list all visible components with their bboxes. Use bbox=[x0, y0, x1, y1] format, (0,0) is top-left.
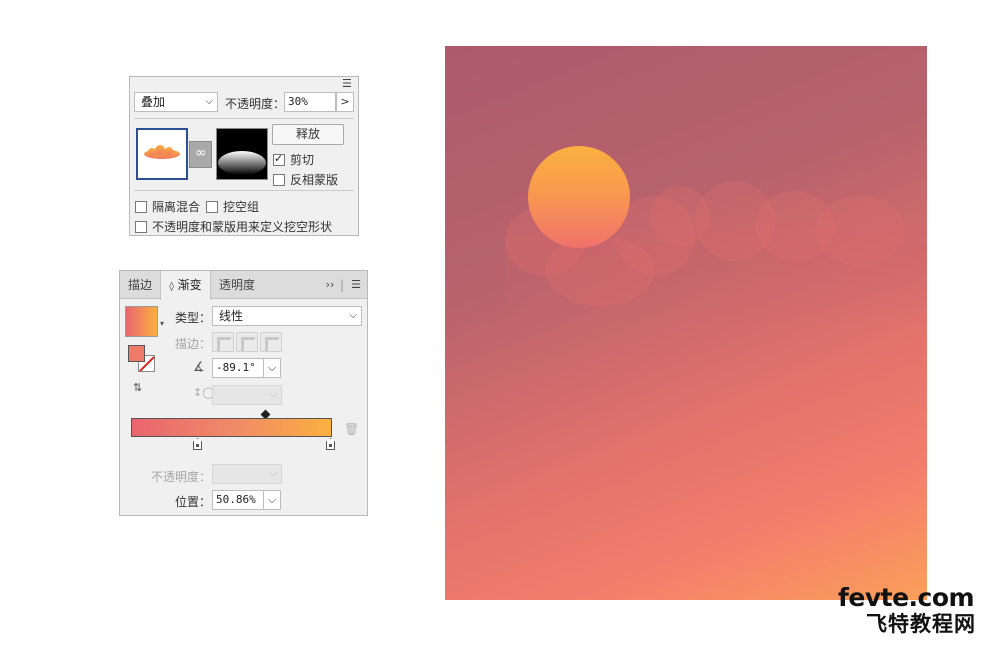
stop-opacity-select[interactable]: ⌵ bbox=[212, 464, 282, 484]
tab-gradient-label: 渐变 bbox=[177, 278, 202, 292]
stroke-along-button[interactable] bbox=[236, 332, 258, 352]
angle-input[interactable]: -89.1° bbox=[212, 358, 264, 378]
location-label: 位置： bbox=[175, 495, 212, 509]
opacity-input[interactable]: 30% bbox=[284, 92, 336, 112]
chevron-right-icon: > bbox=[340, 95, 350, 108]
invert-mask-checkbox[interactable]: 反相蒙版 bbox=[273, 171, 338, 188]
tab-transparency-label: 透明度 bbox=[218, 278, 255, 292]
panel-menu-icon[interactable]: ☰ bbox=[342, 78, 354, 89]
tab-expand-icon: ◊ bbox=[169, 282, 174, 292]
opacity-label: 不透明度： bbox=[225, 97, 286, 111]
tab-transparency[interactable]: 透明度 bbox=[211, 271, 263, 299]
location-dropdown[interactable]: ⌵ bbox=[263, 490, 281, 510]
tab-gradient[interactable]: ◊ 渐变 bbox=[160, 271, 211, 300]
chevron-down-icon: ⌵ bbox=[267, 493, 277, 506]
opacity-mask-knockout-checkbox[interactable]: 不透明度和蒙版用来定义挖空形状 bbox=[135, 218, 332, 235]
knockout-group-checkbox[interactable]: 挖空组 bbox=[206, 198, 259, 215]
tab-separator: | bbox=[339, 278, 345, 292]
location-value: 50.86% bbox=[216, 493, 256, 506]
artboard-canvas[interactable] bbox=[445, 46, 927, 600]
checkbox-icon bbox=[135, 200, 147, 213]
chevron-down-icon: ⌵ bbox=[269, 468, 277, 479]
link-mask-button[interactable]: ∞ bbox=[189, 141, 212, 168]
isolate-blending-label: 隔离混合 bbox=[152, 200, 201, 214]
divider bbox=[134, 190, 354, 191]
release-button[interactable]: 释放 bbox=[272, 124, 344, 145]
stroke-within-button[interactable] bbox=[212, 332, 234, 352]
chevron-down-icon: ⌵ bbox=[205, 96, 213, 107]
angle-dropdown[interactable]: ⌵ bbox=[263, 358, 281, 378]
chevron-down-icon: ⌵ bbox=[269, 389, 277, 400]
gradient-swatch[interactable] bbox=[125, 306, 158, 337]
checkbox-icon bbox=[206, 200, 218, 213]
gradient-stop[interactable] bbox=[193, 438, 202, 450]
cloud-puff bbox=[815, 196, 905, 266]
gradient-type-select[interactable]: 线性 ⌵ bbox=[212, 306, 362, 326]
swatch-dropdown-icon[interactable]: ▾ bbox=[160, 318, 164, 330]
angle-icon: ∡ bbox=[193, 360, 205, 375]
angle-value: -89.1° bbox=[216, 361, 256, 374]
stroke-label: 描边： bbox=[175, 337, 212, 351]
sun-circle[interactable] bbox=[528, 146, 630, 248]
collapse-panel-icon[interactable]: ›› bbox=[320, 271, 340, 299]
opacity-mask-thumbnail[interactable] bbox=[216, 128, 268, 180]
chevron-down-icon: ⌵ bbox=[349, 310, 357, 321]
fill-color-icon[interactable] bbox=[128, 345, 145, 362]
link-icon: ∞ bbox=[195, 145, 207, 161]
gradient-stop[interactable] bbox=[326, 438, 335, 450]
opacity-value: 30% bbox=[288, 95, 308, 108]
reverse-gradient-icon[interactable]: ⇅ bbox=[133, 382, 142, 394]
gradient-panel: 描边 ◊ 渐变 透明度 ›› | ☰ ▾ ⇅ 类型： 线性 ⌵ 描边： ∡ -8… bbox=[119, 270, 368, 516]
opacity-slider-button[interactable]: > bbox=[336, 92, 354, 112]
type-label: 类型： bbox=[175, 311, 212, 325]
mask-thumbnail-icon bbox=[218, 151, 266, 175]
transparency-panel: ☰ 叠加 ⌵ 不透明度： 30% > ∞ 释放 ✓ 剪切 反相蒙版 隔离混合 挖… bbox=[129, 76, 359, 236]
checkbox-checked-icon bbox=[273, 152, 285, 166]
checkbox-icon bbox=[273, 173, 285, 186]
gradient-slider[interactable] bbox=[131, 418, 332, 437]
clip-checkbox[interactable]: 剪切 bbox=[273, 151, 314, 168]
panel-menu-icon[interactable]: ☰ bbox=[346, 271, 366, 299]
divider bbox=[134, 118, 354, 119]
release-button-label: 释放 bbox=[295, 127, 320, 141]
trash-icon[interactable]: 🗑 bbox=[344, 423, 359, 435]
cloud-thumbnail-icon bbox=[144, 145, 180, 159]
aspect-ratio-select[interactable]: ⌵ bbox=[212, 385, 282, 405]
checkbox-icon bbox=[135, 220, 147, 233]
location-input[interactable]: 50.86% bbox=[212, 490, 264, 510]
panel-tabs: 描边 ◊ 渐变 透明度 ›› | ☰ bbox=[120, 271, 367, 300]
stroke-across-button[interactable] bbox=[260, 332, 282, 352]
blend-mode-select[interactable]: 叠加 ⌵ bbox=[134, 92, 218, 112]
watermark-site-name: 飞特教程网 bbox=[866, 612, 976, 636]
invert-mask-label: 反相蒙版 bbox=[290, 173, 339, 187]
knockout-group-label: 挖空组 bbox=[223, 200, 260, 214]
clip-label: 剪切 bbox=[290, 153, 315, 167]
gradient-type-value: 线性 bbox=[219, 309, 244, 323]
stop-opacity-label: 不透明度： bbox=[151, 470, 212, 484]
tab-stroke-label: 描边 bbox=[127, 278, 152, 292]
tab-stroke[interactable]: 描边 bbox=[120, 271, 160, 299]
isolate-blending-checkbox[interactable]: 隔离混合 bbox=[135, 198, 200, 215]
chevron-down-icon: ⌵ bbox=[267, 361, 277, 374]
blend-mode-value: 叠加 bbox=[141, 95, 166, 109]
opacity-mask-knockout-label: 不透明度和蒙版用来定义挖空形状 bbox=[152, 220, 333, 234]
artwork-thumbnail[interactable] bbox=[136, 128, 188, 180]
